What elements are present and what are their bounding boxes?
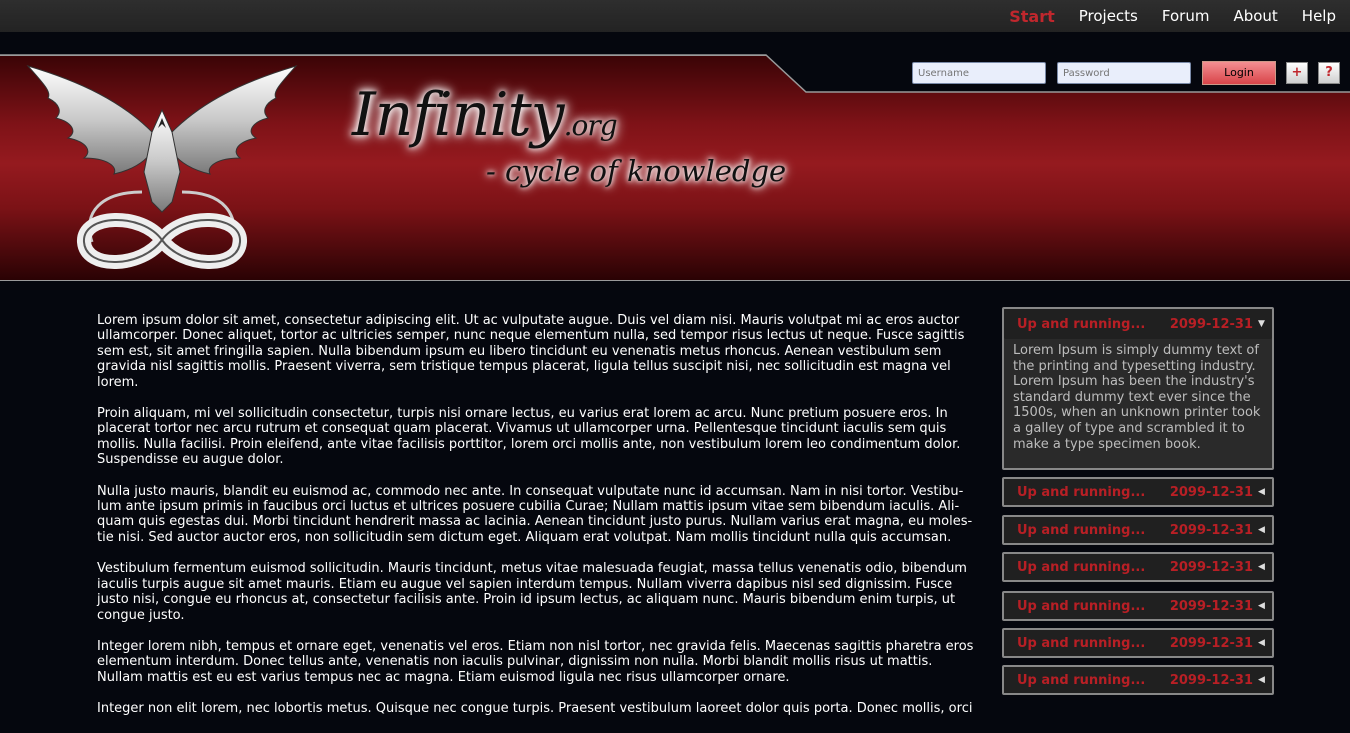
- content-paragraph: Proin aliquam, mi vel sollicitudin conse…: [97, 406, 961, 468]
- news-header[interactable]: Up and running... 2099-12-31 ◀: [1002, 477, 1274, 507]
- news-header[interactable]: Up and running... 2099-12-31 ◀: [1002, 665, 1274, 695]
- help-button[interactable]: ?: [1318, 62, 1340, 84]
- phoenix-infinity-logo[interactable]: [22, 62, 302, 274]
- news-box: Up and running... 2099-12-31 ▼ Lorem Ips…: [1002, 307, 1274, 470]
- password-input[interactable]: [1057, 62, 1191, 84]
- news-title: Up and running...: [1017, 484, 1146, 500]
- news-item: Up and running... 2099-12-31 ◀: [1002, 628, 1274, 658]
- news-item: Up and running... 2099-12-31 ◀: [1002, 591, 1274, 621]
- top-nav-bar: Start Projects Forum About Help: [0, 0, 1350, 33]
- news-date: 2099-12-31: [1169, 672, 1253, 688]
- login-form: Login + ?: [912, 61, 1340, 85]
- nav-item-projects[interactable]: Projects: [1079, 7, 1138, 26]
- news-item: Up and running... 2099-12-31 ◀: [1002, 552, 1274, 582]
- content-paragraph: Vestibulum fermentum euismod sollicitudi…: [97, 561, 967, 623]
- news-header[interactable]: Up and running... 2099-12-31 ◀: [1002, 628, 1274, 658]
- news-date: 2099-12-31: [1169, 598, 1253, 614]
- caret-left-icon: ◀: [1258, 638, 1265, 648]
- caret-left-icon: ◀: [1258, 487, 1265, 497]
- caret-left-icon: ◀: [1258, 562, 1265, 572]
- site-tagline: - cycle of knowledge: [486, 154, 787, 188]
- nav-item-forum[interactable]: Forum: [1162, 7, 1210, 26]
- news-item-expanded: Up and running... 2099-12-31 ▼ Lorem Ips…: [1002, 307, 1274, 470]
- nav-menu: Start Projects Forum About Help: [985, 7, 1336, 26]
- news-date: 2099-12-31: [1169, 522, 1253, 538]
- site-title-suffix: .org: [563, 109, 618, 142]
- content-paragraph: Integer non elit lorem, nec lobortis met…: [97, 701, 973, 717]
- news-item: Up and running... 2099-12-31 ◀: [1002, 515, 1274, 545]
- content-paragraph: Lorem ipsum dolor sit amet, consectetur …: [97, 313, 965, 390]
- register-button[interactable]: +: [1286, 62, 1308, 84]
- username-input[interactable]: [912, 62, 1046, 84]
- question-icon: ?: [1325, 65, 1333, 80]
- news-date: 2099-12-31: [1169, 559, 1253, 575]
- caret-left-icon: ◀: [1258, 601, 1265, 611]
- nav-item-about[interactable]: About: [1233, 7, 1277, 26]
- news-title: Up and running...: [1017, 672, 1146, 688]
- nav-item-help[interactable]: Help: [1302, 7, 1336, 26]
- content-paragraph: Nulla justo mauris, blandit eu euismod a…: [97, 483, 973, 545]
- content-paragraph: Integer lorem nibh, tempus et ornare ege…: [97, 638, 974, 685]
- news-title: Up and running...: [1017, 316, 1146, 332]
- news-body: Lorem Ipsum is simply dummy text of the …: [1013, 343, 1261, 452]
- news-date: 2099-12-31: [1169, 635, 1253, 651]
- login-button[interactable]: Login: [1202, 61, 1276, 85]
- caret-left-icon: ◀: [1258, 675, 1265, 685]
- news-item: Up and running... 2099-12-31 ◀: [1002, 665, 1274, 695]
- main-content: Lorem ipsum dolor sit amet, consectetur …: [97, 313, 981, 733]
- caret-down-icon: ▼: [1258, 319, 1265, 329]
- news-title: Up and running...: [1017, 559, 1146, 575]
- plus-icon: +: [1291, 65, 1303, 80]
- news-date: 2099-12-31: [1169, 316, 1253, 332]
- news-header[interactable]: Up and running... 2099-12-31 ◀: [1002, 552, 1274, 582]
- site-title: Infinity.org: [352, 80, 618, 150]
- nav-item-start[interactable]: Start: [1009, 7, 1055, 26]
- news-date: 2099-12-31: [1169, 484, 1253, 500]
- news-header[interactable]: Up and running... 2099-12-31 ◀: [1002, 591, 1274, 621]
- news-header[interactable]: Up and running... 2099-12-31 ▼: [1004, 309, 1272, 339]
- news-title: Up and running...: [1017, 598, 1146, 614]
- news-title: Up and running...: [1017, 522, 1146, 538]
- news-title: Up and running...: [1017, 635, 1146, 651]
- news-item: Up and running... 2099-12-31 ◀: [1002, 477, 1274, 507]
- caret-left-icon: ◀: [1258, 525, 1265, 535]
- news-header[interactable]: Up and running... 2099-12-31 ◀: [1002, 515, 1274, 545]
- site-title-main: Infinity: [352, 80, 565, 150]
